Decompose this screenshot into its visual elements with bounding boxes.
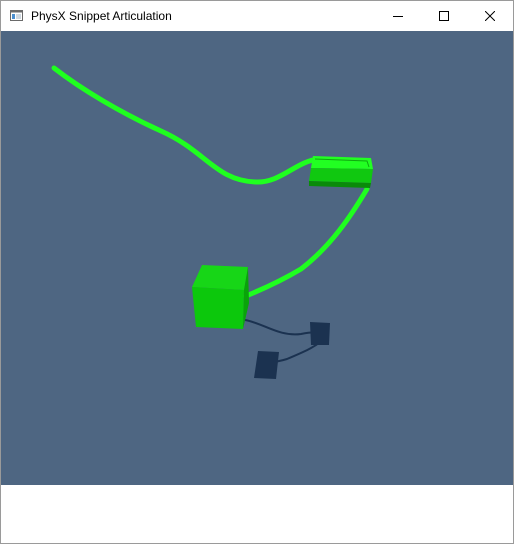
app-window-icon bbox=[10, 10, 23, 21]
window-title: PhysX Snippet Articulation bbox=[31, 9, 172, 23]
render-viewport[interactable] bbox=[1, 31, 513, 485]
shadow-small-block bbox=[310, 322, 330, 345]
app-window: PhysX Snippet Articulation bbox=[0, 0, 514, 544]
minimize-button[interactable] bbox=[375, 1, 421, 31]
shadow-cube bbox=[254, 351, 279, 379]
ground-shadows bbox=[244, 319, 330, 379]
minimize-icon bbox=[393, 16, 403, 17]
flat-block bbox=[309, 156, 373, 188]
green-cube bbox=[192, 265, 249, 329]
rope-upper bbox=[51, 65, 322, 185]
close-button[interactable] bbox=[467, 1, 513, 31]
title-bar[interactable]: PhysX Snippet Articulation bbox=[1, 1, 513, 31]
rope-lower bbox=[243, 186, 370, 299]
maximize-icon bbox=[439, 11, 449, 21]
window-bottom-area bbox=[1, 485, 513, 543]
maximize-button[interactable] bbox=[421, 1, 467, 31]
close-icon bbox=[485, 11, 495, 21]
scene-canvas bbox=[51, 65, 373, 379]
